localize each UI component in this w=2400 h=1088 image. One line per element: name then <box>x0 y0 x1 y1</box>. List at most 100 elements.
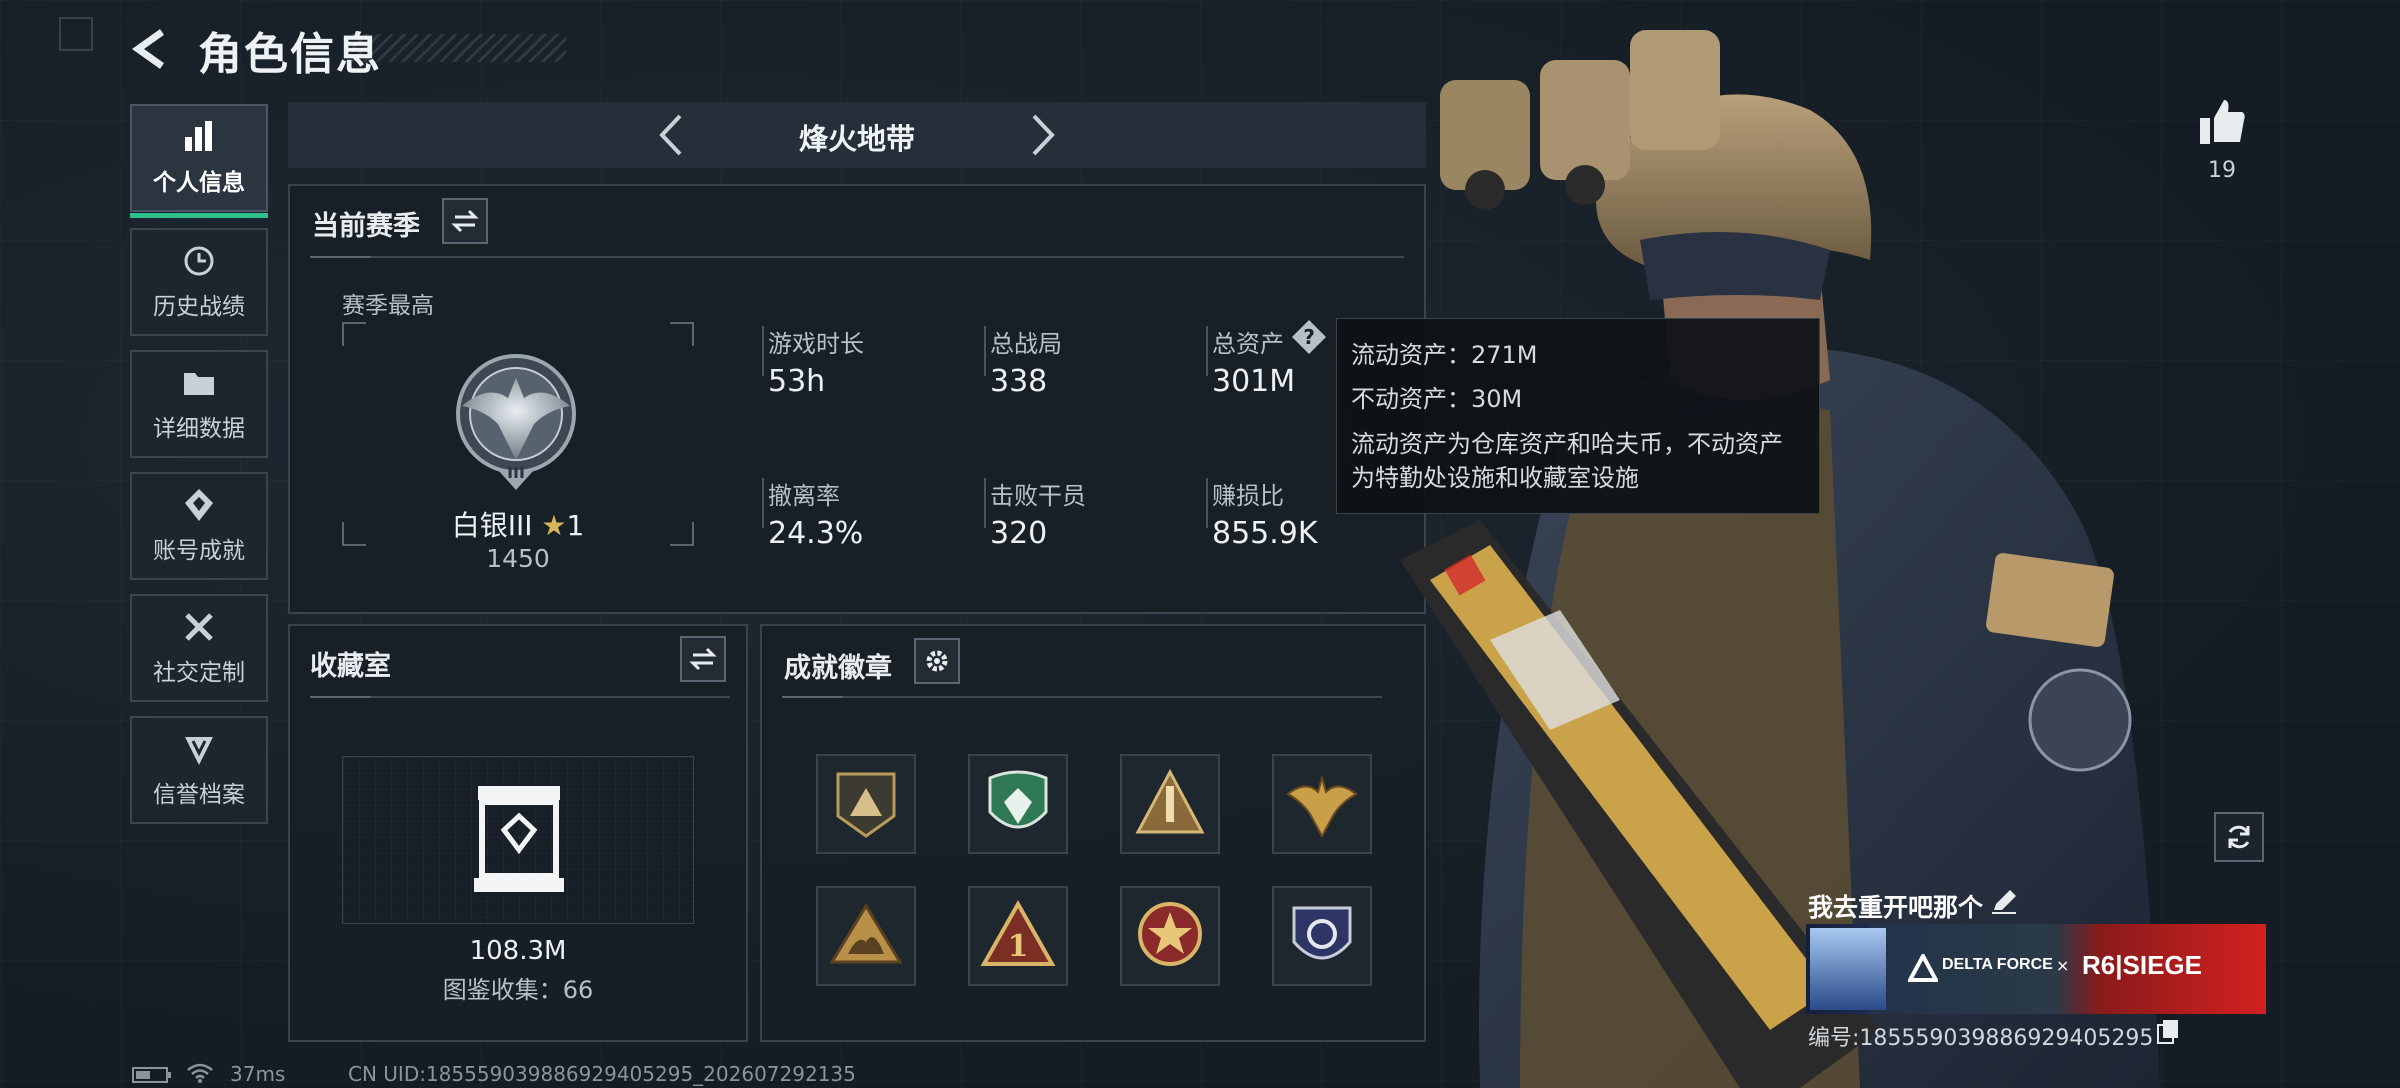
achievement-icon <box>185 489 213 521</box>
tooltip-liquid-assets: 流动资产：271M <box>1351 341 1538 369</box>
like-count: 19 <box>2208 158 2236 183</box>
green-shield-badge-icon <box>988 770 1048 829</box>
stat-label: 赚损比 <box>1212 482 1284 510</box>
sidebar-item-credit[interactable]: 信誉档案 <box>130 716 268 824</box>
player-name: 我去重开吧那个 <box>1808 893 1984 922</box>
stat-label: 总资产 <box>1212 330 1284 358</box>
sidebar-item-label: 个人信息 <box>153 170 245 196</box>
title-decoration <box>352 34 566 62</box>
delta-force-logo-icon <box>1908 954 1938 982</box>
badge-slot[interactable] <box>816 754 916 854</box>
collection-panel: 收藏室 108.3M 图鉴收集：66 <box>288 624 748 1042</box>
season-switch-button[interactable] <box>442 198 488 244</box>
stat-label: 游戏时长 <box>768 330 864 358</box>
rank-score: 1450 <box>486 544 550 573</box>
chevron-right-icon[interactable] <box>1016 110 1066 160</box>
rank-stars: 1 <box>566 509 585 542</box>
sidebar-item-history[interactable]: 历史战绩 <box>130 228 268 336</box>
folder-icon <box>184 373 214 395</box>
corner-decoration-icon <box>59 17 93 51</box>
refresh-button[interactable] <box>2214 812 2264 862</box>
tools-icon <box>185 613 213 641</box>
banner-x: × <box>2056 956 2070 975</box>
tooltip-description-1: 流动资产为仓库资产和哈夫币，不动资产 <box>1351 430 1783 458</box>
swap-icon <box>689 647 717 671</box>
sidebar-item-achievements[interactable]: 账号成就 <box>130 472 268 580</box>
tooltip-description-2: 为特勤处设施和收藏室设施 <box>1351 464 1639 492</box>
sidebar-item-detailed-data[interactable]: 详细数据 <box>130 350 268 458</box>
badges-panel: 成就徽章 1 <box>760 624 1426 1042</box>
star-icon: ★ <box>541 509 567 542</box>
svg-text:?: ? <box>1303 325 1315 349</box>
stat-value: 855.9K <box>1212 516 1318 551</box>
sidebar-item-personal-info[interactable]: 个人信息 <box>130 104 268 218</box>
sidebar-item-label: 信誉档案 <box>153 782 245 808</box>
banner-text-siege: R6|SIEGE <box>2082 950 2202 980</box>
thumbs-up-icon[interactable] <box>2196 96 2248 148</box>
sidebar-item-label: 社交定制 <box>153 660 245 686</box>
back-arrow-icon[interactable] <box>128 26 174 72</box>
banner-text-delta: DELTA FORCE <box>1942 956 2053 973</box>
help-icon[interactable]: ? <box>1290 318 1328 356</box>
badges-settings-button[interactable] <box>914 638 960 684</box>
edit-pencil-icon[interactable] <box>1990 888 2018 916</box>
ping-value: 37ms <box>230 1062 286 1086</box>
stat-label: 击败干员 <box>990 482 1086 510</box>
collection-switch-button[interactable] <box>680 636 726 682</box>
badge-slot[interactable] <box>1120 754 1220 854</box>
refresh-icon <box>2228 825 2250 849</box>
stat-value: 24.3% <box>768 516 864 551</box>
history-clock-icon <box>184 246 214 276</box>
blue-shield-badge-icon <box>1292 906 1352 960</box>
season-title: 当前赛季 <box>312 211 420 242</box>
stat-separator <box>1206 326 1208 376</box>
shield-v-icon <box>185 737 213 765</box>
stat-label: 总战局 <box>990 330 1062 358</box>
divider-accent <box>782 696 842 698</box>
rank-name: 白银III <box>451 509 533 542</box>
season-best-label: 赛季最高 <box>342 293 434 319</box>
collection-count: 图鉴收集：66 <box>442 976 594 1004</box>
collection-title: 收藏室 <box>310 651 391 682</box>
rank-name-row: 白银III ★1 <box>342 504 694 544</box>
collection-value: 108.3M <box>469 936 567 966</box>
player-banner[interactable]: DELTA FORCE × R6|SIEGE <box>1806 924 2266 1014</box>
sidebar-item-social[interactable]: 社交定制 <box>130 594 268 702</box>
stat-separator <box>762 478 764 528</box>
sidebar-item-label: 账号成就 <box>153 538 245 564</box>
sidebar-item-label: 详细数据 <box>153 416 245 442</box>
delta-triangle-badge-icon <box>836 772 896 838</box>
mode-title: 烽火地带 <box>798 122 915 156</box>
stat-value: 320 <box>990 516 1048 551</box>
mode-selector: 烽火地带 <box>288 102 1426 168</box>
copy-icon[interactable] <box>2156 1018 2180 1044</box>
swap-icon <box>451 209 479 233</box>
badges-title: 成就徽章 <box>784 653 892 684</box>
player-avatar <box>1810 928 1886 1010</box>
svg-text:1: 1 <box>1008 929 1029 964</box>
wifi-icon <box>187 1063 213 1083</box>
divider <box>310 696 730 698</box>
battery-icon <box>132 1067 171 1083</box>
svg-text:III: III <box>507 463 525 482</box>
badge-slot[interactable] <box>1272 886 1372 986</box>
stat-value: 53h <box>768 364 826 399</box>
badge-slot[interactable] <box>816 886 916 986</box>
badge-slot[interactable] <box>968 754 1068 854</box>
eagle-badge-icon <box>1286 774 1358 839</box>
stat-separator <box>762 326 764 376</box>
tooltip-fixed-assets: 不动资产：30M <box>1351 385 1523 413</box>
divider <box>310 256 1404 258</box>
divider-accent <box>310 256 370 258</box>
sidebar-item-label: 历史战绩 <box>153 294 245 320</box>
badge-slot[interactable] <box>1272 754 1372 854</box>
cn-uid: CN UID:18555903988692940529​5_2026072921… <box>348 1062 856 1086</box>
divider <box>782 696 1382 698</box>
display-case-icon <box>474 786 564 892</box>
gear-icon <box>926 650 948 672</box>
badge-slot[interactable]: 1 <box>968 886 1068 986</box>
star-medal-badge-icon <box>1138 902 1202 966</box>
number-one-badge-icon: 1 <box>980 899 1056 966</box>
stat-value: 338 <box>990 364 1048 399</box>
badge-slot[interactable] <box>1120 886 1220 986</box>
